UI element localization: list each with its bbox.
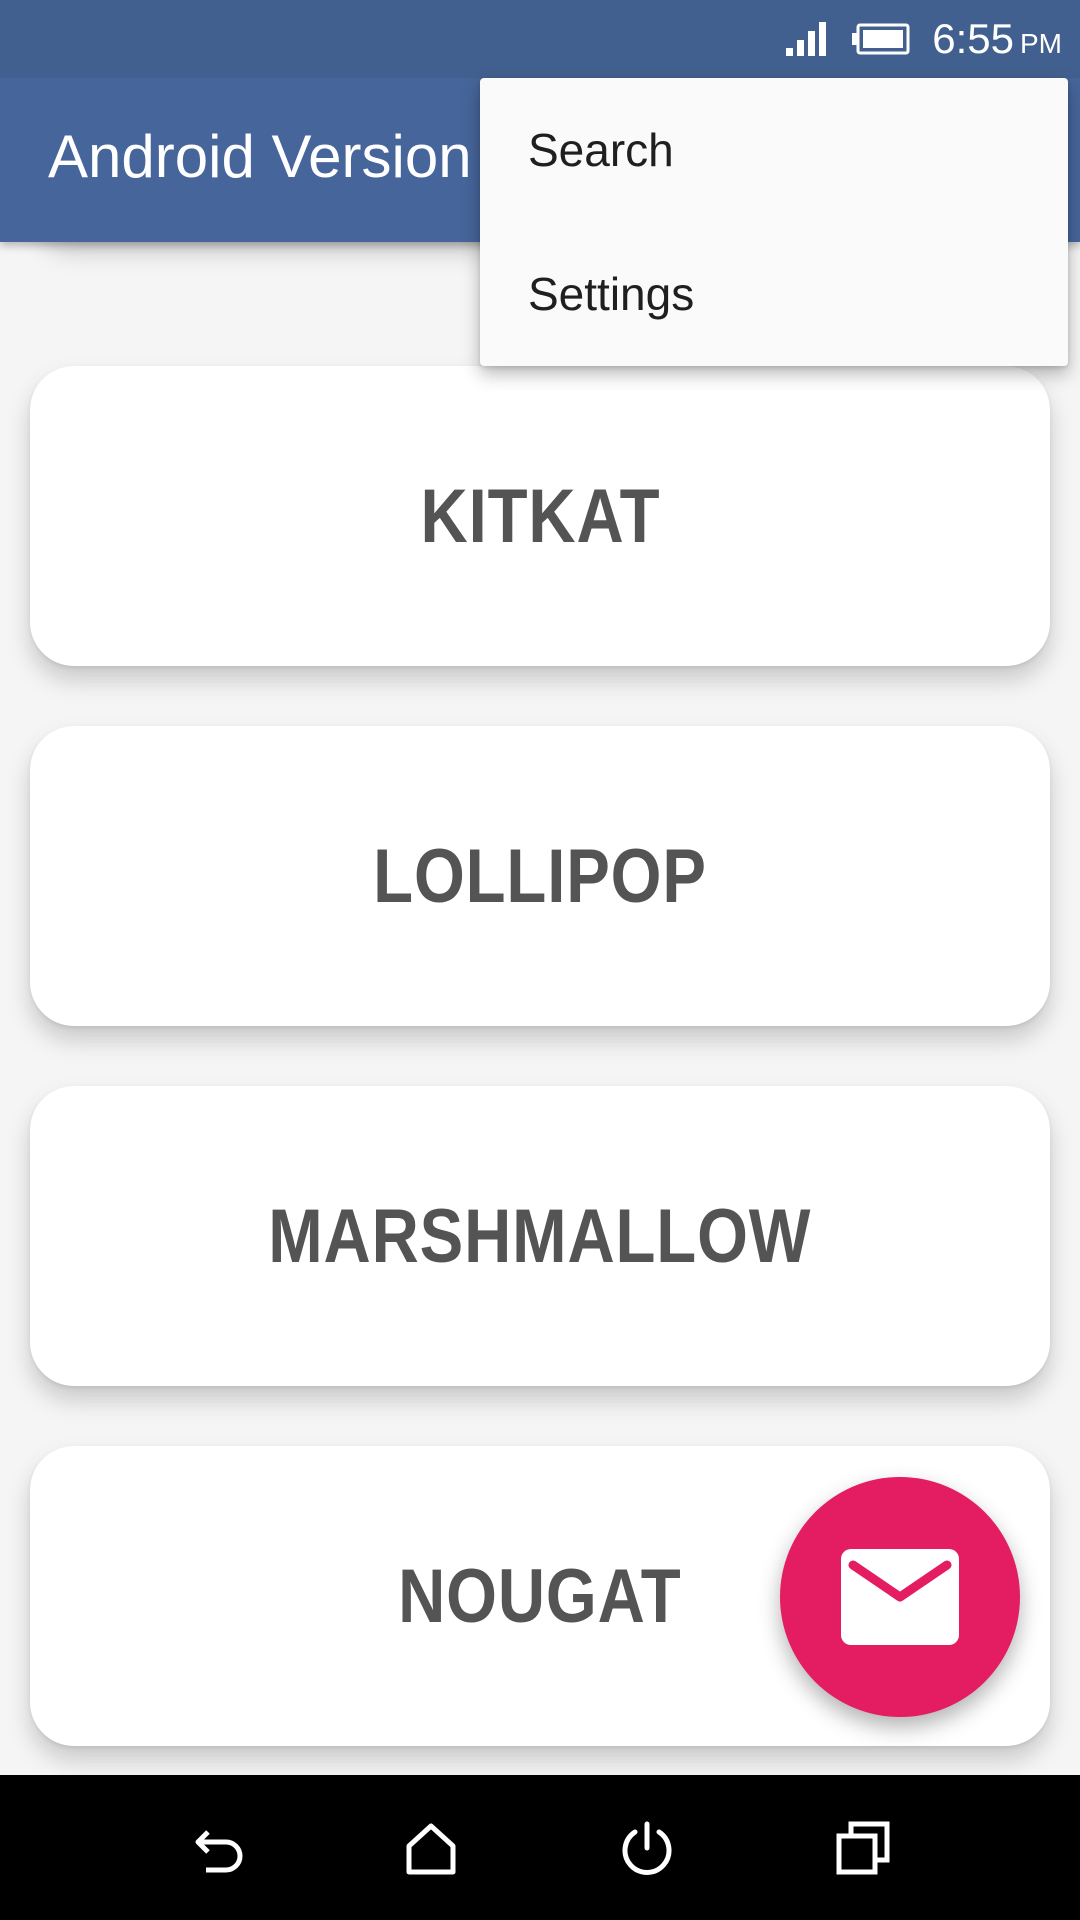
list-item-label: MARSHMALLOW <box>268 1193 812 1279</box>
battery-icon <box>852 23 910 55</box>
menu-item-label: Settings <box>528 268 695 320</box>
recents-icon <box>836 1821 890 1875</box>
compose-email-fab[interactable] <box>780 1477 1020 1717</box>
list-item-label: LOLLIPOP <box>373 833 707 919</box>
list-item[interactable]: LOLLIPOP <box>30 726 1050 1026</box>
home-icon <box>406 1823 456 1875</box>
system-nav-bar <box>0 1775 1080 1920</box>
power-icon <box>622 1821 672 1875</box>
list-item-label: NOUGAT <box>398 1553 682 1639</box>
menu-item-label: Search <box>528 124 674 176</box>
app-title: Android Version <box>48 123 472 190</box>
back-icon <box>195 1830 243 1873</box>
mail-icon <box>841 1549 959 1645</box>
signal-icon <box>786 22 827 56</box>
power-button[interactable] <box>614 1815 680 1881</box>
status-bar: 6:55 PM <box>0 0 1080 78</box>
home-button[interactable] <box>398 1815 464 1881</box>
list-item[interactable]: MARSHMALLOW <box>30 1086 1050 1386</box>
menu-item-search[interactable]: Search <box>480 78 1068 222</box>
back-button[interactable] <box>185 1815 251 1881</box>
status-clock: 6:55 PM <box>932 15 1062 62</box>
list-item[interactable]: KITKAT <box>30 366 1050 666</box>
list-item-label: KITKAT <box>420 473 660 559</box>
overflow-menu: Search Settings <box>480 78 1068 366</box>
recents-button[interactable] <box>830 1815 896 1881</box>
menu-item-settings[interactable]: Settings <box>480 222 1068 366</box>
